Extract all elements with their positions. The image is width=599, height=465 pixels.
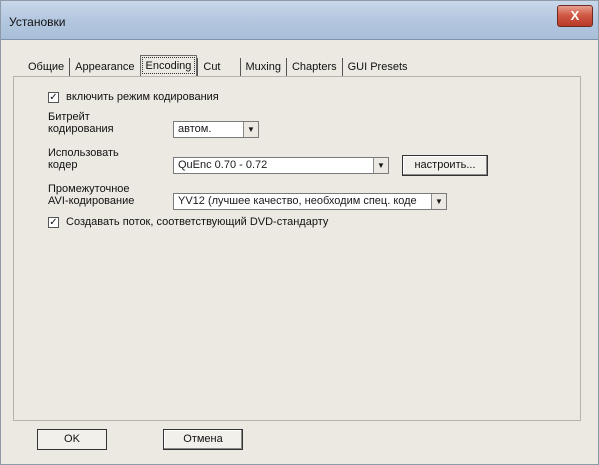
tab-cut[interactable]: Cut xyxy=(197,58,225,76)
dvd-stream-checkbox[interactable]: ✓ xyxy=(48,217,59,228)
tab-bar: Общие Appearance Encoding Cut Muxing Cha… xyxy=(23,55,413,76)
encoder-value: QuEnc 0.70 - 0.72 xyxy=(178,159,268,171)
encoder-select[interactable]: QuEnc 0.70 - 0.72 ▼ xyxy=(173,157,389,174)
chevron-down-icon: ▼ xyxy=(431,194,446,209)
encoder-label-line1: Использовать xyxy=(48,147,119,159)
avi-label-line2: AVI-кодирование xyxy=(48,195,135,207)
tab-encoding[interactable]: Encoding xyxy=(139,55,198,76)
bitrate-select[interactable]: автом. ▼ xyxy=(173,121,259,138)
checkmark-icon: ✓ xyxy=(49,217,58,228)
encoding-panel: ✓ включить режим кодирования Битрейт код… xyxy=(13,76,581,421)
tab-chapters[interactable]: Chapters xyxy=(285,58,342,76)
ok-button[interactable]: OK xyxy=(37,429,107,450)
chevron-down-icon: ▼ xyxy=(243,122,258,137)
bitrate-value: автом. xyxy=(178,123,212,135)
avi-encoding-value: YV12 (лучшее качество, необходим спец. к… xyxy=(178,195,417,207)
checkmark-icon: ✓ xyxy=(49,92,58,103)
settings-window: Установки X Общие Appearance Encoding Cu… xyxy=(0,0,599,465)
avi-encoding-select[interactable]: YV12 (лучшее качество, необходим спец. к… xyxy=(173,193,447,210)
enable-encoding-checkbox[interactable]: ✓ xyxy=(48,92,59,103)
bitrate-label-line1: Битрейт xyxy=(48,111,90,123)
dvd-stream-label: Создавать поток, соответствующий DVD-ста… xyxy=(66,216,329,228)
tab-gui-presets[interactable]: GUI Presets xyxy=(341,58,413,76)
tab-general[interactable]: Общие xyxy=(23,58,69,76)
close-icon: X xyxy=(570,8,580,23)
encoder-label-line2: кодер xyxy=(48,159,78,171)
window-title: Установки xyxy=(9,15,66,29)
bitrate-label-line2: кодирования xyxy=(48,123,114,135)
tab-muxing[interactable]: Muxing xyxy=(239,58,286,76)
chevron-down-icon: ▼ xyxy=(373,158,388,173)
configure-encoder-button[interactable]: настроить... xyxy=(402,155,488,176)
cancel-button[interactable]: Отмена xyxy=(163,429,243,450)
avi-label-line1: Промежуточное xyxy=(48,183,130,195)
close-button[interactable]: X xyxy=(557,5,593,27)
tab-appearance[interactable]: Appearance xyxy=(69,58,139,76)
title-bar[interactable]: Установки X xyxy=(1,1,598,40)
enable-encoding-label: включить режим кодирования xyxy=(66,91,219,103)
